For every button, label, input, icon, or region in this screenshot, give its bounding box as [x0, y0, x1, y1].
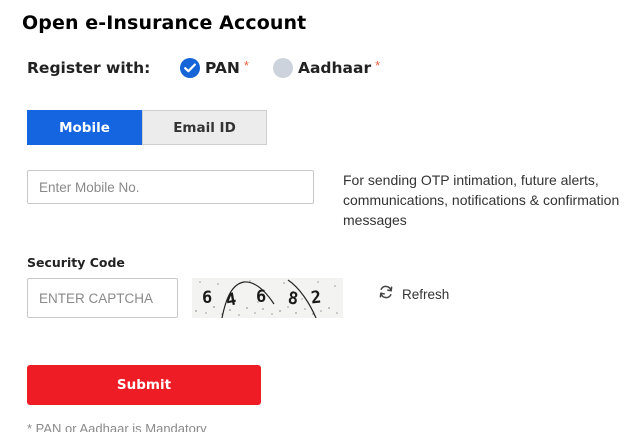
refresh-captcha-button[interactable]: Refresh: [378, 284, 449, 305]
captcha-char: 6: [202, 288, 212, 308]
captcha-char: 2: [310, 288, 322, 309]
aadhaar-radio-option[interactable]: Aadhaar *: [272, 57, 381, 78]
mobile-number-input[interactable]: [27, 170, 314, 204]
tab-mobile[interactable]: Mobile: [27, 110, 142, 145]
captcha-image: 6 4 6 8 2: [192, 278, 343, 318]
check-circle-icon[interactable]: [180, 58, 200, 78]
tab-email-id[interactable]: Email ID: [142, 110, 267, 145]
captcha-char: 6: [256, 287, 266, 307]
required-asterisk: *: [243, 57, 249, 73]
otp-info-text: For sending OTP intimation, future alert…: [343, 172, 620, 228]
aadhaar-label: Aadhaar: [297, 59, 372, 77]
captcha-input[interactable]: [27, 278, 178, 318]
pan-label: PAN: [205, 59, 240, 77]
mandatory-footnote: * PAN or Aadhaar is Mandatory: [27, 421, 207, 432]
empty-circle-icon[interactable]: [272, 58, 293, 78]
register-with-row: Register with: PAN * Aadhaar *: [27, 55, 404, 81]
contact-method-tabs: Mobile Email ID: [27, 110, 267, 145]
register-with-label: Register with:: [27, 59, 151, 77]
refresh-icon[interactable]: [378, 284, 394, 305]
submit-button[interactable]: Submit: [27, 365, 261, 405]
e-insurance-form: Open e-Insurance Account Register with: …: [0, 0, 634, 432]
refresh-label[interactable]: Refresh: [402, 287, 449, 302]
page-title: Open e-Insurance Account: [22, 12, 307, 34]
pan-radio-option[interactable]: PAN *: [180, 58, 249, 78]
required-asterisk: *: [375, 57, 381, 73]
security-code-label: Security Code: [27, 255, 125, 270]
